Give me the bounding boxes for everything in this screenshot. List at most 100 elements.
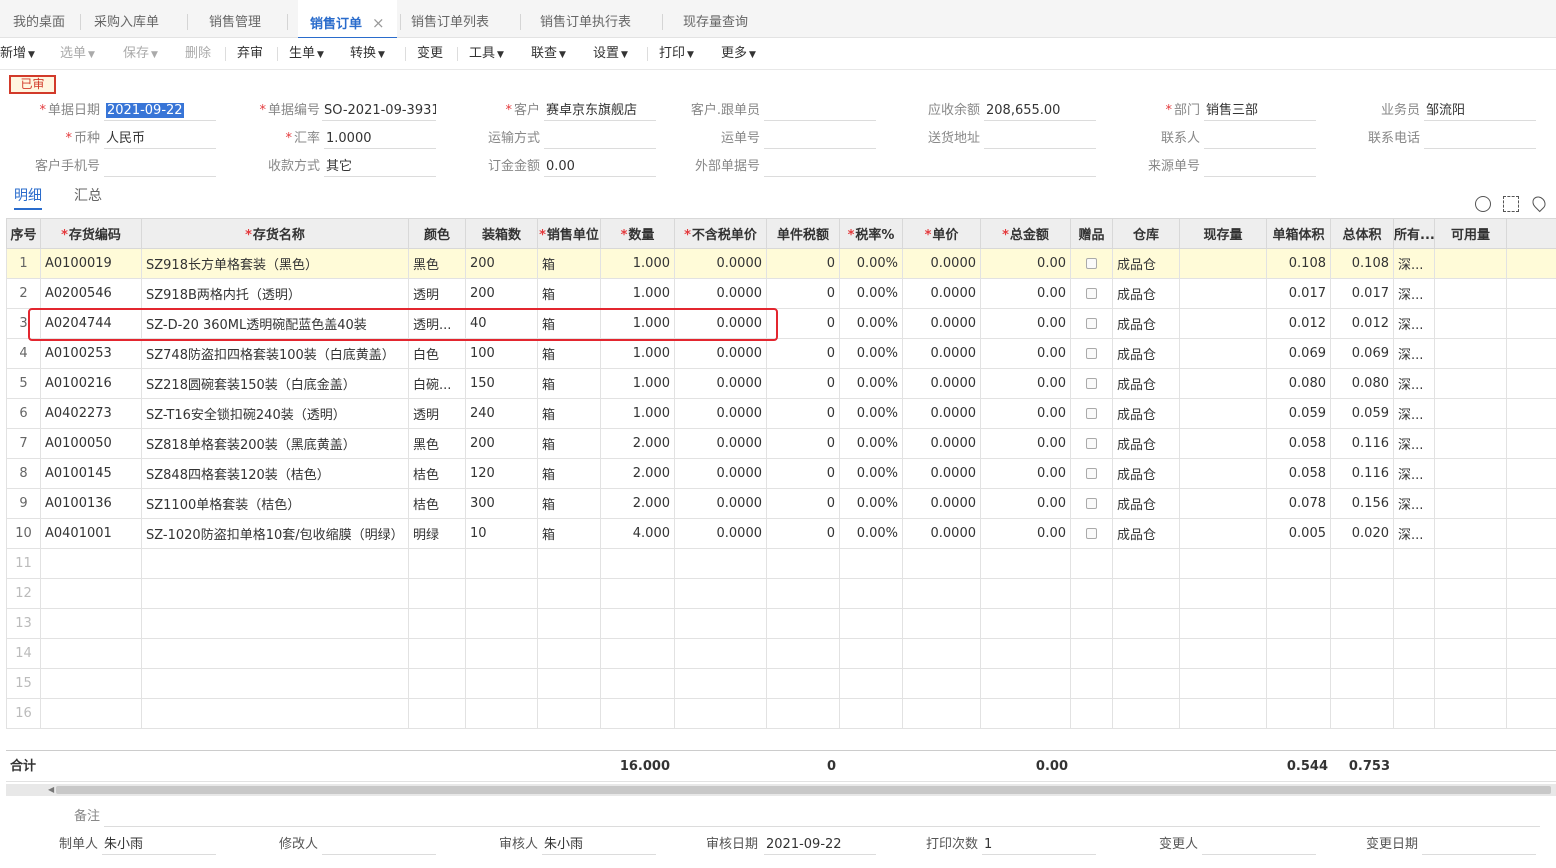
col-seq[interactable]: 序号	[6, 218, 41, 249]
cell-box-qty[interactable]: 240	[465, 398, 538, 429]
cell-empty[interactable]	[980, 698, 1071, 729]
cell-empty[interactable]	[1506, 668, 1556, 699]
cell-tax-rate[interactable]: 0.00%	[839, 278, 903, 309]
cell-box-qty[interactable]: 200	[465, 278, 538, 309]
gift-checkbox[interactable]	[1086, 438, 1097, 449]
cell-empty[interactable]	[839, 638, 903, 669]
new-button[interactable]: 新增 ▼	[0, 38, 35, 70]
cell-empty[interactable]	[141, 578, 409, 609]
col-color[interactable]: 颜色	[408, 218, 466, 249]
cell-box-qty[interactable]: 120	[465, 458, 538, 489]
cell-available[interactable]	[1434, 248, 1507, 279]
cell-empty[interactable]	[1506, 698, 1556, 729]
col-unit[interactable]: *销售单位	[537, 218, 601, 249]
cell-total-volume[interactable]: 0.020	[1330, 518, 1394, 549]
cell-owner[interactable]: 深...	[1393, 368, 1435, 399]
unaudit-button[interactable]: 弃审	[237, 38, 263, 70]
print-count-field[interactable]: 1	[982, 835, 1096, 855]
cell-unit-tax[interactable]: 0	[766, 368, 840, 399]
cell-qty[interactable]: 4.000	[600, 518, 675, 549]
cell-empty[interactable]	[40, 548, 142, 579]
cell-amount[interactable]: 0.00	[980, 278, 1071, 309]
maker-field[interactable]: 朱小雨	[102, 835, 216, 855]
cell-tax-rate[interactable]: 0.00%	[839, 308, 903, 339]
cell-empty[interactable]	[980, 548, 1071, 579]
cell-owner[interactable]: 深...	[1393, 458, 1435, 489]
cell-tax-rate[interactable]: 0.00%	[839, 398, 903, 429]
cell-amount[interactable]: 0.00	[980, 248, 1071, 279]
cell-empty[interactable]	[902, 668, 981, 699]
cell-box-qty[interactable]: 200	[465, 428, 538, 459]
cell-amount[interactable]: 0.00	[980, 428, 1071, 459]
table-row[interactable]: 9 A0100136 SZ1100单格套装（桔色） 桔色 300 箱 2.000 0.0000…	[6, 488, 1556, 519]
cell-empty[interactable]	[1070, 638, 1113, 669]
cell-empty[interactable]	[1179, 668, 1267, 699]
cell-unit-volume[interactable]: 0.059	[1266, 398, 1331, 429]
cell-available[interactable]	[1434, 278, 1507, 309]
cell-owner[interactable]: 深...	[1393, 398, 1435, 429]
shipping-field[interactable]	[544, 129, 656, 149]
cell-empty[interactable]	[1434, 638, 1507, 669]
cell-empty[interactable]	[40, 668, 142, 699]
cell-empty[interactable]	[1434, 548, 1507, 579]
cell-total-volume[interactable]: 0.017	[1330, 278, 1394, 309]
currency-field[interactable]: 人民币	[104, 129, 216, 149]
cell-unit-tax[interactable]: 0	[766, 398, 840, 429]
cell-warehouse[interactable]: 成品仓	[1112, 248, 1180, 279]
cell-code[interactable]: A0402273	[40, 398, 142, 429]
empty-row[interactable]: 11	[6, 548, 1556, 579]
col-total-volume[interactable]: 总体积	[1330, 218, 1394, 249]
cell-price[interactable]: 0.0000	[902, 398, 981, 429]
cell-empty[interactable]	[408, 608, 466, 639]
cell-unit-tax[interactable]: 0	[766, 278, 840, 309]
cell-empty[interactable]	[1393, 608, 1435, 639]
cell-available[interactable]	[1434, 428, 1507, 459]
subtab-detail[interactable]: 明细	[14, 186, 42, 210]
cell-seq[interactable]: 2	[6, 278, 41, 309]
cell-price[interactable]: 0.0000	[902, 458, 981, 489]
cell-empty[interactable]	[1266, 698, 1331, 729]
gift-checkbox[interactable]	[1086, 288, 1097, 299]
customer-field[interactable]: 赛卓京东旗舰店	[544, 101, 656, 121]
col-name[interactable]: *存货名称	[141, 218, 409, 249]
table-row[interactable]: 5 A0100216 SZ218圆碗套装150装（白底金盖） 白碗... 150 箱 1.0…	[6, 368, 1556, 399]
cell-empty[interactable]	[839, 578, 903, 609]
cell-box-qty[interactable]: 100	[465, 338, 538, 369]
cell-available[interactable]	[1434, 308, 1507, 339]
col-price-ex-tax[interactable]: *不含税单价	[674, 218, 767, 249]
cell-total-volume[interactable]: 0.116	[1330, 428, 1394, 459]
col-price[interactable]: *单价	[902, 218, 981, 249]
generate-button[interactable]: 生单 ▼	[289, 38, 324, 70]
col-amount[interactable]: *总金额	[980, 218, 1071, 249]
table-row[interactable]: 4 A0100253 SZ748防盗扣四格套装100装（白底黄盖） 白色 100 箱 1.0…	[6, 338, 1556, 369]
col-available[interactable]: 可用量	[1434, 218, 1507, 249]
cell-empty[interactable]	[980, 578, 1071, 609]
receivable-field[interactable]: 208,655.00	[984, 101, 1096, 121]
gift-checkbox[interactable]	[1086, 318, 1097, 329]
cell-code[interactable]: A0100019	[40, 248, 142, 279]
cell-amount[interactable]: 0.00	[980, 518, 1071, 549]
cell-tax-rate[interactable]: 0.00%	[839, 458, 903, 489]
cell-code[interactable]: A0100136	[40, 488, 142, 519]
cell-stock[interactable]	[1179, 248, 1267, 279]
cell-name[interactable]: SZ818单格套装200装（黑底黄盖）	[141, 428, 409, 459]
cell-code[interactable]: A0100253	[40, 338, 142, 369]
col-warehouse[interactable]: 仓库	[1112, 218, 1180, 249]
cell-color[interactable]: 桔色	[408, 458, 466, 489]
auditor-field[interactable]: 朱小雨	[542, 835, 656, 855]
cell-price-ex-tax[interactable]: 0.0000	[674, 458, 767, 489]
cell-unit[interactable]: 箱	[537, 518, 601, 549]
audit-date-field[interactable]: 2021-09-22	[764, 835, 876, 855]
gift-checkbox[interactable]	[1086, 468, 1097, 479]
cell-empty[interactable]	[902, 608, 981, 639]
cell-color[interactable]: 明绿	[408, 518, 466, 549]
print-button[interactable]: 打印 ▼	[659, 38, 694, 70]
cell-color[interactable]: 黑色	[408, 428, 466, 459]
cell-warehouse[interactable]: 成品仓	[1112, 338, 1180, 369]
cell-empty[interactable]	[600, 548, 675, 579]
mobile-field[interactable]	[104, 157, 216, 177]
cell-owner[interactable]: 深...	[1393, 428, 1435, 459]
cell-name[interactable]: SZ1100单格套装（桔色）	[141, 488, 409, 519]
cell-warehouse[interactable]: 成品仓	[1112, 458, 1180, 489]
cell-empty[interactable]	[1393, 578, 1435, 609]
